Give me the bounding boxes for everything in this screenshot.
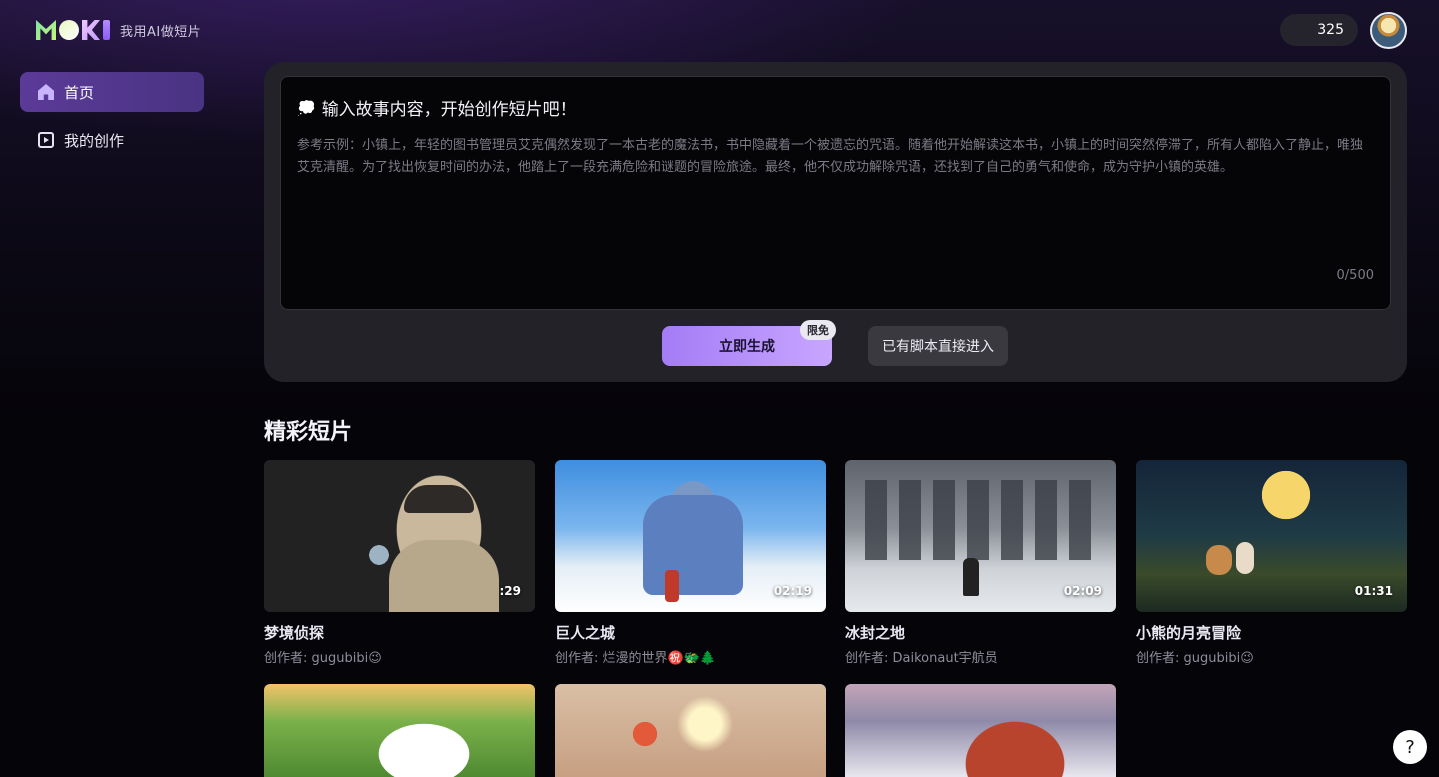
video-thumbnail[interactable] — [264, 684, 535, 777]
video-card[interactable]: 02:09 冰封之地 创作者: Daikonaut宇航员 — [845, 460, 1116, 666]
logo[interactable]: 我用AI做短片 — [36, 18, 201, 42]
script-button-label: 已有脚本直接进入 — [882, 339, 994, 355]
compose-panel: 💭 输入故事内容，开始创作短片吧！ 参考示例：小镇上，年轻的图书管理员艾克偶然发… — [264, 62, 1407, 382]
video-thumbnail[interactable]: 02:09 — [845, 460, 1116, 612]
enter-with-script-button[interactable]: 已有脚本直接进入 — [868, 326, 1008, 366]
video-title[interactable]: 巨人之城 — [555, 622, 826, 643]
logo-letter-o — [59, 20, 79, 40]
points-balance[interactable]: 325 — [1280, 14, 1358, 46]
user-avatar[interactable] — [1370, 12, 1407, 49]
video-duration: 02:19 — [773, 584, 812, 598]
video-thumbnail[interactable]: 01:29 — [264, 460, 535, 612]
generate-button-label: 立即生成 — [719, 339, 775, 355]
video-author: 创作者: gugubibi😉 — [1136, 651, 1254, 666]
sidebar-item-home[interactable]: 首页 — [20, 72, 204, 112]
help-button[interactable]: ? — [1393, 730, 1427, 764]
logo-letter-k — [82, 20, 100, 40]
video-duration: 01:29 — [482, 584, 521, 598]
video-card[interactable]: 02:19 巨人之城 创作者: 烂漫的世界㊗️🐲🌲 — [555, 460, 826, 666]
video-thumbnail[interactable] — [555, 684, 826, 777]
video-title[interactable]: 冰封之地 — [845, 622, 1116, 643]
video-author: 创作者: gugubibi😉 — [264, 651, 382, 666]
video-thumbnail[interactable]: 01:31 — [1136, 460, 1407, 612]
char-counter: 0/500 — [1336, 268, 1374, 283]
story-input[interactable]: 💭 输入故事内容，开始创作短片吧！ 参考示例：小镇上，年轻的图书管理员艾克偶然发… — [280, 76, 1391, 310]
video-card[interactable] — [264, 684, 535, 777]
free-badge: 限免 — [800, 320, 836, 340]
points-value: 325 — [1317, 22, 1344, 38]
video-thumbnail[interactable]: 02:19 — [555, 460, 826, 612]
video-title[interactable]: 小熊的月亮冒险 — [1136, 622, 1407, 643]
thought-bubble-icon: 💭 — [297, 98, 316, 117]
video-card[interactable] — [555, 684, 826, 777]
video-author: 创作者: 烂漫的世界㊗️🐲🌲 — [555, 651, 717, 666]
video-card[interactable] — [845, 684, 1116, 777]
video-duration: 01:31 — [1354, 584, 1393, 598]
video-duration: 02:09 — [1063, 584, 1102, 598]
help-icon: ? — [1405, 736, 1415, 758]
video-card[interactable]: 01:31 小熊的月亮冒险 创作者: gugubibi😉 — [1136, 460, 1407, 666]
creation-icon — [38, 132, 54, 148]
sidebar-item-label: 我的创作 — [64, 131, 125, 150]
compose-title-text: 输入故事内容，开始创作短片吧！ — [321, 100, 577, 120]
gallery-title: 精彩短片 — [264, 420, 353, 445]
sidebar-item-my-creations[interactable]: 我的创作 — [20, 120, 204, 160]
sidebar-item-label: 首页 — [64, 83, 95, 102]
video-thumbnail[interactable] — [845, 684, 1116, 777]
video-author: 创作者: Daikonaut宇航员 — [845, 651, 998, 666]
logo-tagline: 我用AI做短片 — [120, 24, 202, 40]
story-placeholder: 参考示例：小镇上，年轻的图书管理员艾克偶然发现了一本古老的魔法书，书中隐藏着一个… — [297, 138, 1364, 175]
video-card[interactable]: 01:29 梦境侦探 创作者: gugubibi😉 — [264, 460, 535, 666]
compose-title: 💭 输入故事内容，开始创作短片吧！ — [297, 95, 577, 121]
logo-letter-i — [103, 20, 110, 40]
logo-letter-m — [36, 20, 56, 40]
home-icon — [38, 84, 54, 100]
video-title[interactable]: 梦境侦探 — [264, 622, 535, 643]
moki-logo-mark — [36, 20, 110, 40]
